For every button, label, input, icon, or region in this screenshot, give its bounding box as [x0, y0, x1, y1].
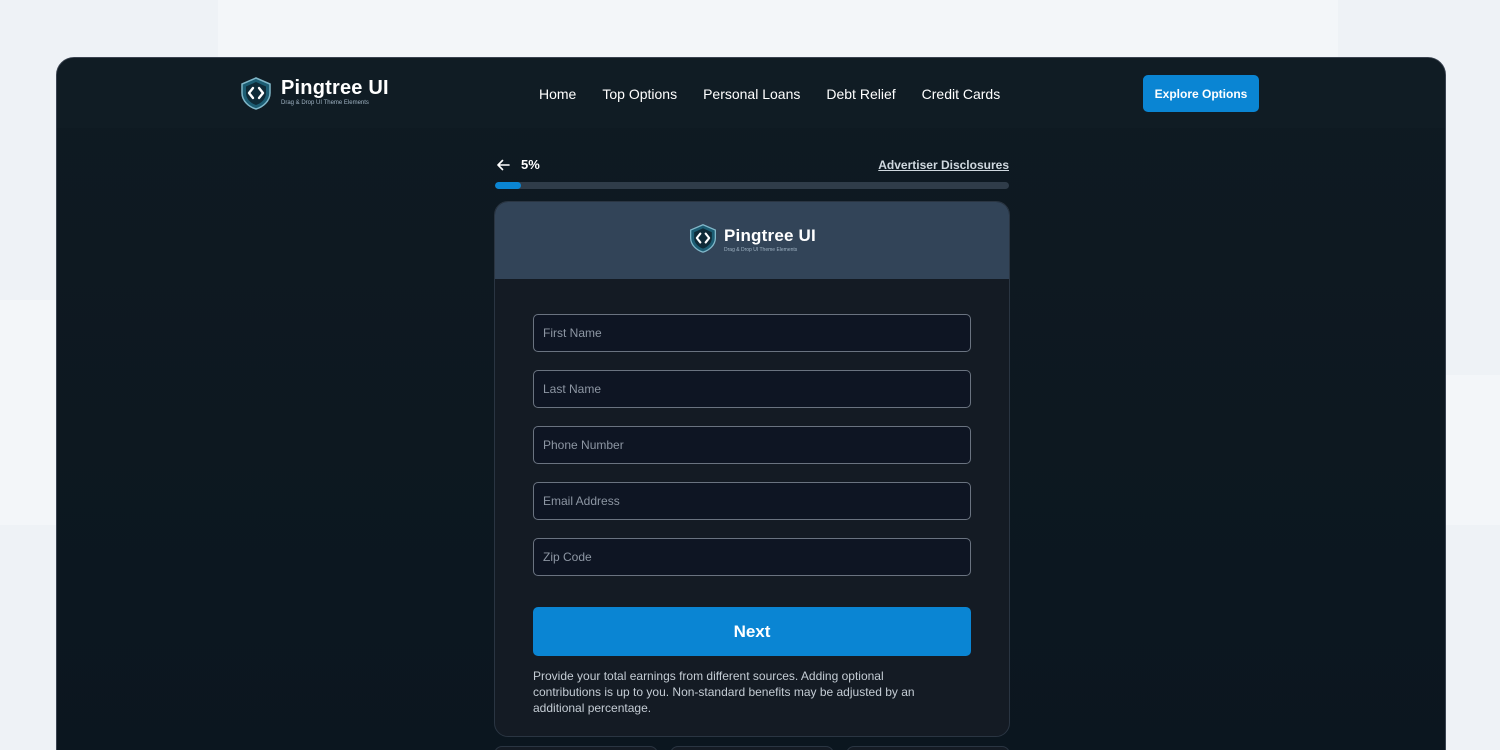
last-name-field[interactable]	[533, 370, 971, 408]
advertiser-disclosures-link[interactable]: Advertiser Disclosures	[878, 156, 1009, 174]
background-panel-top	[218, 0, 1338, 60]
progress-percent: 5%	[521, 157, 540, 172]
progress-bar-fill	[495, 182, 521, 189]
arrow-left-icon[interactable]	[495, 157, 511, 173]
next-button[interactable]: Next	[533, 607, 971, 656]
phone-number-field[interactable]	[533, 426, 971, 464]
card-brand-name: Pingtree UI	[724, 226, 816, 245]
card-brand-tagline: Drag & Drop UI Theme Elements	[724, 247, 798, 253]
nav-link-personal-loans[interactable]: Personal Loans	[703, 84, 800, 104]
shield-code-icon	[688, 223, 718, 258]
bottom-card-1[interactable]	[494, 746, 658, 750]
background-panel-left	[0, 300, 60, 525]
lead-form-card: Pingtree UI Drag & Drop UI Theme Element…	[494, 201, 1010, 737]
card-header: Pingtree UI Drag & Drop UI Theme Element…	[495, 202, 1009, 279]
browser-frame: Pingtree UI Drag & Drop UI Theme Element…	[56, 57, 1446, 750]
bottom-cards-row	[494, 746, 1010, 750]
brand-name: Pingtree UI	[281, 77, 389, 99]
first-name-field[interactable]	[533, 314, 971, 352]
bottom-card-2[interactable]	[670, 746, 834, 750]
top-navigation: Pingtree UI Drag & Drop UI Theme Element…	[57, 58, 1445, 128]
main-nav: Home Top Options Personal Loans Debt Rel…	[539, 84, 1000, 104]
nav-link-debt-relief[interactable]: Debt Relief	[826, 84, 895, 104]
background-panel-right	[1440, 375, 1500, 525]
shield-code-icon	[239, 76, 273, 110]
progress-header: 5% Advertiser Disclosures	[495, 156, 1009, 176]
explore-options-button[interactable]: Explore Options	[1143, 75, 1259, 112]
nav-link-credit-cards[interactable]: Credit Cards	[922, 84, 1001, 104]
brand-logo[interactable]: Pingtree UI Drag & Drop UI Theme Element…	[239, 76, 389, 110]
email-address-field[interactable]	[533, 482, 971, 520]
nav-link-top-options[interactable]: Top Options	[602, 84, 677, 104]
nav-link-home[interactable]: Home	[539, 84, 576, 104]
brand-tagline: Drag & Drop UI Theme Elements	[281, 100, 369, 106]
zip-code-field[interactable]	[533, 538, 971, 576]
form-note: Provide your total earnings from differe…	[533, 669, 915, 715]
form-fields	[533, 314, 971, 594]
progress-bar	[495, 182, 1009, 189]
bottom-card-3[interactable]	[846, 746, 1010, 750]
